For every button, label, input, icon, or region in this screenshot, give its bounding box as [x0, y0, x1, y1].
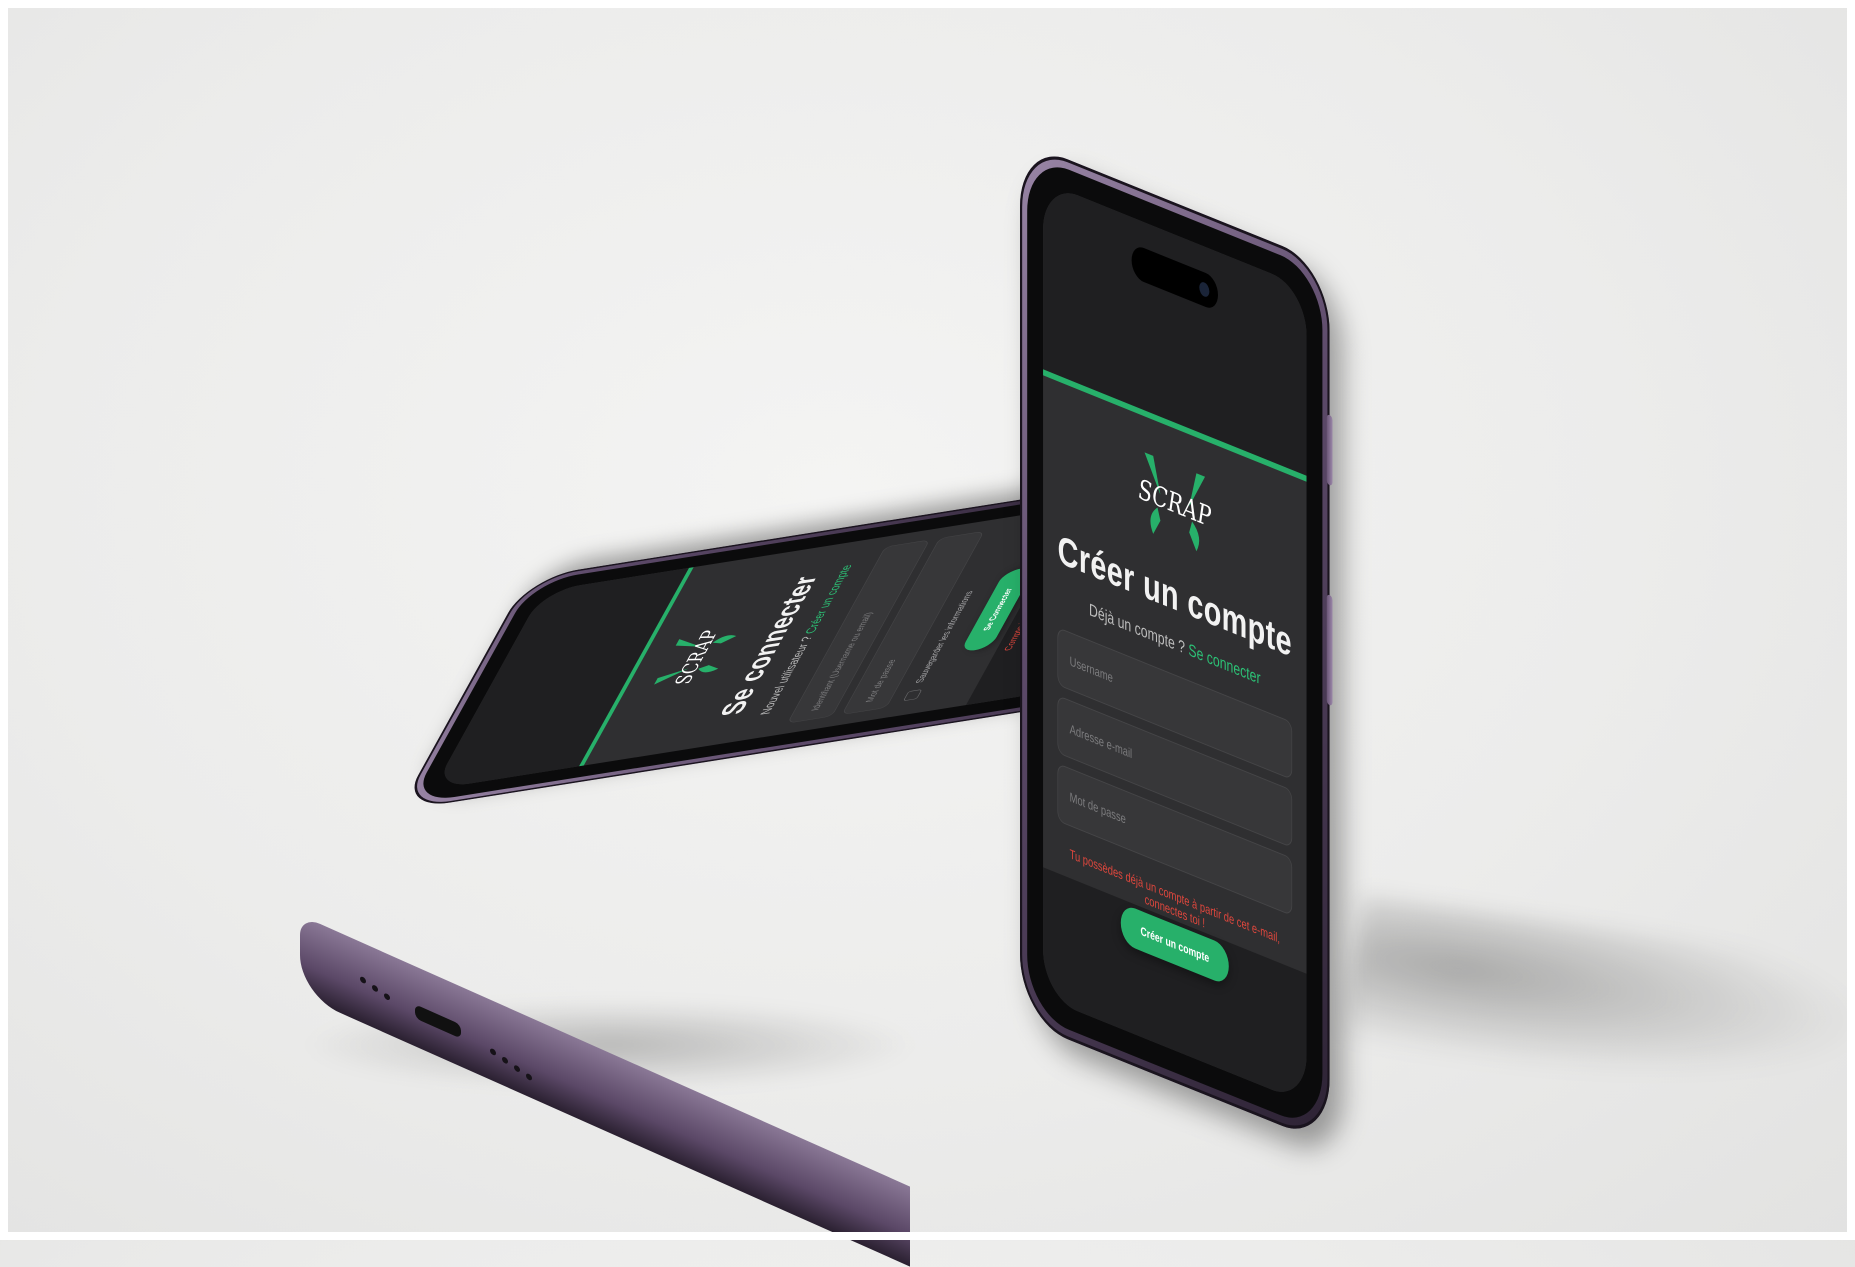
lying-phone-scene: SCRAP Se connecter Nouvel utilisateur ? … [0, 0, 1855, 1267]
register-screen: SCRAP Créer un compte Déjà un compte ? S… [1043, 181, 1307, 1104]
speaker-hole [384, 992, 390, 1002]
speaker-hole [514, 1064, 520, 1073]
power-button [1326, 413, 1333, 487]
camera-icon [1199, 280, 1210, 299]
speaker-hole [502, 1055, 508, 1065]
side-button [1326, 593, 1333, 707]
speaker-hole [360, 975, 366, 985]
phone-bezel: SCRAP Créer un compte Déjà un compte ? S… [1027, 152, 1323, 1133]
scrap-logo-icon: SCRAP [1139, 452, 1212, 552]
lying-phone-bottom-edge [300, 915, 910, 1267]
charging-port [415, 1004, 461, 1039]
speaker-hole [526, 1072, 532, 1082]
remember-checkbox[interactable] [902, 689, 923, 702]
svg-text:SCRAP: SCRAP [669, 627, 725, 686]
speaker-hole [490, 1047, 496, 1057]
phone-register: SCRAP Créer un compte Déjà un compte ? S… [1020, 140, 1333, 1146]
speaker-hole [372, 984, 378, 993]
